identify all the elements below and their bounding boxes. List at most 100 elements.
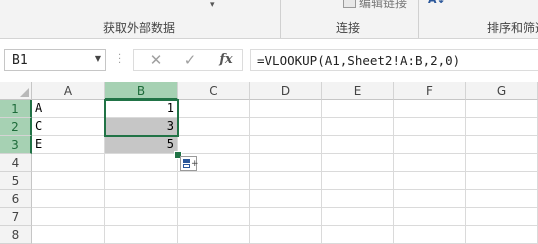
cell-f4[interactable] (394, 154, 466, 172)
formula-text: =VLOOKUP(A1,Sheet2!A:B,2,0) (257, 53, 461, 68)
ribbon-group-connections: 连接 (336, 21, 361, 35)
cell-f6[interactable] (394, 190, 466, 208)
cell-a3[interactable]: E (32, 136, 105, 154)
cell-b8[interactable] (105, 226, 178, 244)
column-header-e[interactable]: E (322, 82, 394, 100)
column-header-d[interactable]: D (250, 82, 322, 100)
edit-links-label: 编辑链接 (359, 0, 408, 10)
cell-f5[interactable] (394, 172, 466, 190)
cell-c2[interactable] (178, 118, 250, 136)
cell-e7[interactable] (322, 208, 394, 226)
row-header-1[interactable]: 1 (0, 100, 32, 118)
cell-g8[interactable] (466, 226, 538, 244)
row-header-2[interactable]: 2 (0, 118, 32, 136)
cell-e2[interactable] (322, 118, 394, 136)
sort-az-icon[interactable]: A↓ (428, 0, 446, 6)
cell-b2[interactable]: 3 (105, 118, 178, 136)
cell-c5[interactable] (178, 172, 250, 190)
ribbon-group-get-external-data: 获取外部数据 (103, 21, 176, 35)
row-header-8[interactable]: 8 (0, 226, 32, 244)
cell-f1[interactable] (394, 100, 466, 118)
cell-c8[interactable] (178, 226, 250, 244)
cell-g6[interactable] (466, 190, 538, 208)
excel-window: ▾ 编辑链接 A↓ 获取外部数据 连接 排序和筛选 B1 ▼ ··· ✕ ✓ f… (0, 0, 538, 244)
worksheet-grid: A B C D E F G 1 2 3 4 5 6 7 8 A 1 C 3 E … (0, 82, 538, 244)
cell-g3[interactable] (466, 136, 538, 154)
cell-e5[interactable] (322, 172, 394, 190)
cell-e4[interactable] (322, 154, 394, 172)
cell-f8[interactable] (394, 226, 466, 244)
ribbon: ▾ 编辑链接 A↓ 获取外部数据 连接 排序和筛选 (0, 0, 538, 39)
column-header-a[interactable]: A (32, 82, 105, 100)
cell-d5[interactable] (250, 172, 322, 190)
ribbon-divider (280, 0, 281, 38)
cell-d2[interactable] (250, 118, 322, 136)
cell-d4[interactable] (250, 154, 322, 172)
chevron-down-icon[interactable]: ▾ (210, 0, 215, 10)
cell-e8[interactable] (322, 226, 394, 244)
cell-a6[interactable] (32, 190, 105, 208)
edit-links-icon (343, 0, 356, 8)
cell-a1[interactable]: A (32, 100, 105, 118)
cell-c6[interactable] (178, 190, 250, 208)
cell-f2[interactable] (394, 118, 466, 136)
cell-d3[interactable] (250, 136, 322, 154)
formula-buttons: ✕ ✓ fx (133, 49, 243, 71)
cell-g7[interactable] (466, 208, 538, 226)
formula-bar: B1 ▼ · · · ✕ ✓ fx =VLOOKUP(A1,Sheet2!A:B,2… (0, 45, 538, 75)
cell-e6[interactable] (322, 190, 394, 208)
cell-a8[interactable] (32, 226, 105, 244)
cell-c7[interactable] (178, 208, 250, 226)
row-header-5[interactable]: 5 (0, 172, 32, 190)
column-header-c[interactable]: C (178, 82, 250, 100)
select-all-triangle-icon (20, 88, 29, 97)
select-all-button[interactable] (0, 82, 32, 100)
enter-icon[interactable]: ✓ (176, 50, 204, 70)
cell-b7[interactable] (105, 208, 178, 226)
cell-b4[interactable] (105, 154, 178, 172)
cell-b1[interactable]: 1 (105, 100, 178, 118)
cell-e3[interactable] (322, 136, 394, 154)
cell-g5[interactable] (466, 172, 538, 190)
cell-e1[interactable] (322, 100, 394, 118)
cell-c1[interactable] (178, 100, 250, 118)
edit-links-button[interactable]: 编辑链接 (343, 0, 407, 11)
cell-g2[interactable] (466, 118, 538, 136)
column-header-f[interactable]: F (394, 82, 466, 100)
cell-f7[interactable] (394, 208, 466, 226)
row-header-4[interactable]: 4 (0, 154, 32, 172)
cell-g4[interactable] (466, 154, 538, 172)
cell-c3[interactable] (178, 136, 250, 154)
cell-d6[interactable] (250, 190, 322, 208)
cell-g1[interactable] (466, 100, 538, 118)
quick-analysis-icon (183, 159, 190, 163)
ribbon-divider (418, 0, 419, 38)
cell-b3[interactable]: 5 (105, 136, 178, 154)
quick-analysis-button[interactable]: + (180, 156, 199, 171)
name-box-value: B1 (12, 53, 28, 68)
cell-a4[interactable] (32, 154, 105, 172)
cell-a5[interactable] (32, 172, 105, 190)
cell-f3[interactable] (394, 136, 466, 154)
cancel-icon[interactable]: ✕ (142, 50, 170, 70)
cell-d7[interactable] (250, 208, 322, 226)
column-header-b[interactable]: B (105, 82, 178, 100)
cell-d8[interactable] (250, 226, 322, 244)
insert-function-button[interactable]: fx (212, 50, 240, 70)
name-box[interactable]: B1 ▼ (4, 49, 106, 71)
formula-bar-resize-handle[interactable]: · · · (118, 51, 121, 69)
cell-b6[interactable] (105, 190, 178, 208)
row-header-6[interactable]: 6 (0, 190, 32, 208)
cell-a2[interactable]: C (32, 118, 105, 136)
chevron-down-icon[interactable]: ▼ (95, 54, 101, 63)
cell-b5[interactable] (105, 172, 178, 190)
cell-d1[interactable] (250, 100, 322, 118)
row-header-3[interactable]: 3 (0, 136, 32, 154)
cell-a7[interactable] (32, 208, 105, 226)
formula-input[interactable]: =VLOOKUP(A1,Sheet2!A:B,2,0) (250, 49, 538, 71)
row-header-7[interactable]: 7 (0, 208, 32, 226)
plus-icon: + (191, 159, 199, 169)
quick-analysis-icon-box (183, 164, 190, 168)
ribbon-group-sort-filter: 排序和筛选 (487, 21, 538, 35)
column-header-g[interactable]: G (466, 82, 538, 100)
